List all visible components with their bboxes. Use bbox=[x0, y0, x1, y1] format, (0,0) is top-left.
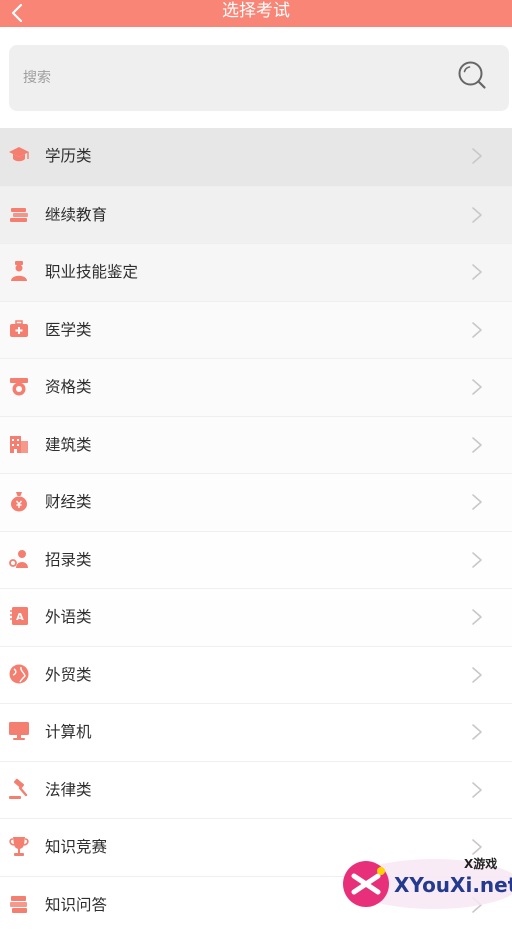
graduation-cap-icon bbox=[9, 147, 29, 162]
svg-text:A: A bbox=[16, 612, 24, 623]
language-book-icon: A bbox=[10, 607, 28, 625]
recruit-icon bbox=[9, 549, 28, 568]
category-row[interactable]: 学历类 bbox=[0, 128, 512, 186]
category-label: 计算机 bbox=[45, 723, 92, 741]
chevron-right-icon bbox=[472, 781, 482, 798]
category-row[interactable]: 资格类 bbox=[0, 358, 512, 416]
category-label: 知识问答 bbox=[45, 895, 108, 914]
watermark-small-text: X游戏 bbox=[464, 856, 497, 871]
category-row[interactable]: 职业技能鉴定 bbox=[0, 243, 512, 301]
category-row[interactable]: 建筑类 bbox=[0, 415, 512, 473]
category-row[interactable]: 医学类 bbox=[0, 300, 512, 358]
money-bag-icon bbox=[11, 492, 27, 512]
chevron-right-icon bbox=[472, 724, 482, 740]
gavel-icon bbox=[9, 778, 28, 799]
category-row[interactable]: 外贸类 bbox=[0, 645, 512, 703]
medical-kit-icon bbox=[10, 319, 28, 337]
category-label: 学历类 bbox=[45, 147, 92, 165]
badge-icon bbox=[10, 378, 28, 396]
category-label: 职业技能鉴定 bbox=[45, 263, 139, 281]
search-input[interactable] bbox=[23, 45, 443, 111]
category-row[interactable]: 财经类 bbox=[0, 473, 512, 531]
category-label: 法律类 bbox=[45, 780, 92, 799]
category-row[interactable]: 计算机 bbox=[0, 703, 512, 761]
category-label: 资格类 bbox=[45, 378, 92, 396]
chevron-right-icon bbox=[472, 436, 482, 453]
monitor-icon bbox=[9, 722, 29, 740]
category-label: 外语类 bbox=[45, 608, 92, 626]
chevron-right-icon bbox=[472, 264, 482, 280]
globe-icon bbox=[9, 664, 29, 683]
category-label: 招录类 bbox=[45, 550, 92, 569]
watermark-domain-text: XYouXi.net bbox=[394, 873, 512, 897]
chevron-right-icon bbox=[472, 666, 482, 683]
xyouxi-watermark-logo: X游戏 XYouXi.net bbox=[343, 856, 512, 909]
chevron-right-icon bbox=[472, 148, 482, 164]
category-row[interactable]: 招录类 bbox=[0, 530, 512, 588]
category-label: 医学类 bbox=[45, 320, 92, 339]
chevron-right-icon bbox=[472, 206, 482, 223]
books-icon bbox=[10, 207, 28, 222]
category-label: 建筑类 bbox=[45, 435, 92, 454]
trophy-icon bbox=[9, 837, 29, 856]
chevron-right-icon bbox=[472, 609, 482, 625]
category-label: 知识竞赛 bbox=[45, 838, 108, 856]
category-row[interactable]: 继续教育 bbox=[0, 185, 512, 243]
chevron-right-icon bbox=[472, 494, 482, 510]
exam-category-list: 学历类继续教育职业技能鉴定 医学类资格类建筑类财经类招录类 A 外语类外贸类计算机法律… bbox=[0, 128, 512, 933]
category-row[interactable]: 法律类 bbox=[0, 760, 512, 818]
category-row[interactable]: A 外语类 bbox=[0, 588, 512, 646]
chevron-right-icon bbox=[472, 551, 482, 568]
building-icon bbox=[10, 435, 28, 453]
worker-icon bbox=[11, 261, 27, 281]
category-label: 继续教育 bbox=[45, 205, 108, 224]
search-bar[interactable] bbox=[9, 45, 509, 111]
chevron-right-icon bbox=[472, 321, 482, 338]
category-label: 财经类 bbox=[45, 493, 92, 511]
search-icon[interactable] bbox=[457, 60, 487, 90]
page-title: 选择考试 bbox=[222, 1, 290, 21]
header-bar: 选择考试 bbox=[0, 0, 512, 27]
qa-book-icon bbox=[10, 895, 27, 913]
chevron-right-icon bbox=[472, 379, 482, 395]
category-label: 外贸类 bbox=[45, 665, 92, 684]
